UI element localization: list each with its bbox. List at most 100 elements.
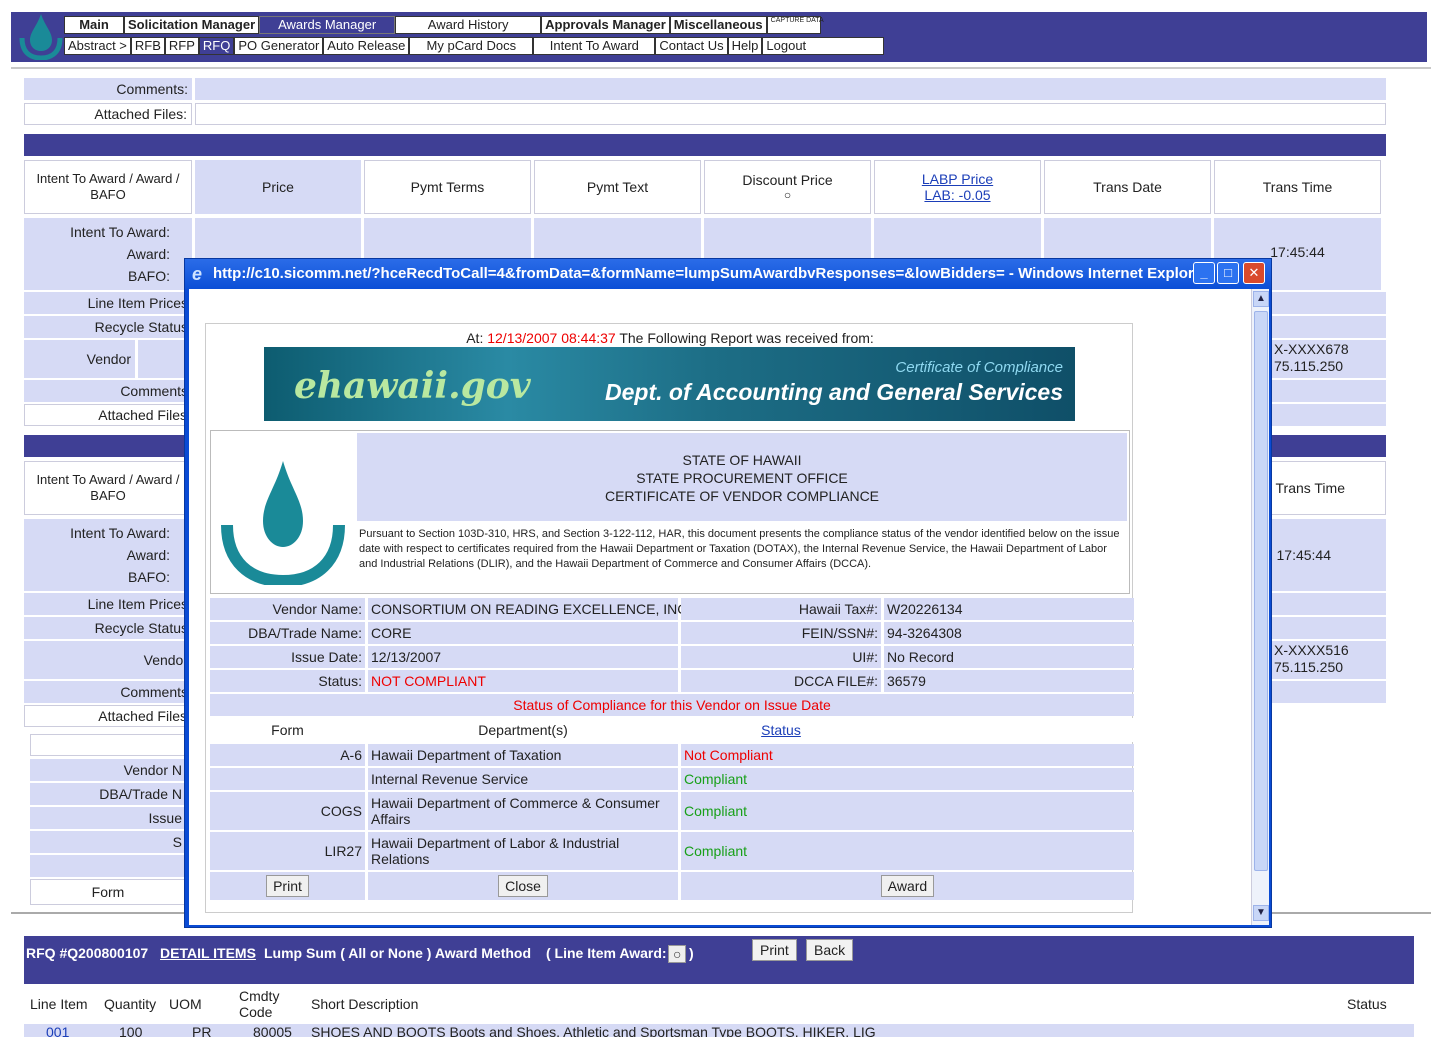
- dept-value: Internal Revenue Service: [368, 768, 678, 790]
- compliance-report: At: 12/13/2007 08:44:37 The Following Re…: [205, 323, 1134, 913]
- status-value: NOT COMPLIANT: [368, 670, 678, 692]
- scroll-down-icon[interactable]: ▼: [1253, 905, 1269, 921]
- popup-scrollbar[interactable]: ▲ ▼: [1251, 289, 1269, 925]
- award-method: Lump Sum ( All or None ) Award Method: [264, 945, 532, 961]
- dept-value: Hawaii Department of Taxation: [368, 744, 678, 766]
- status-label: Status:: [210, 670, 365, 692]
- award-cell: Award: [681, 872, 1134, 900]
- scroll-thumb[interactable]: [1254, 311, 1268, 871]
- menu-main[interactable]: Main: [64, 16, 124, 34]
- vendor-name-row: Vendor Name: CONSORTIUM ON READING EXCEL…: [210, 598, 1134, 620]
- issue-label: Issue: [30, 807, 186, 829]
- certificate-of-compliance-text: Certificate of Compliance: [895, 359, 1063, 376]
- water-drop-logo: [221, 461, 345, 585]
- menu-miscellaneous[interactable]: Miscellaneous: [669, 16, 767, 34]
- menu-contact-us[interactable]: Contact Us: [655, 37, 728, 55]
- col-form: Form: [210, 718, 365, 742]
- bafo-label[interactable]: BAFO:: [128, 265, 170, 287]
- maximize-icon[interactable]: □: [1217, 262, 1239, 284]
- menu-logout[interactable]: Logout: [762, 37, 885, 55]
- popup-titlebar[interactable]: e http://c10.sicomm.net/?hceRecdToCall=4…: [185, 259, 1271, 289]
- close-cell: Close: [368, 872, 678, 900]
- menu-my-pcard-docs[interactable]: My pCard Docs: [409, 37, 534, 55]
- issue-date-label: Issue Date:: [210, 646, 365, 668]
- award-label-2[interactable]: Award:: [127, 544, 170, 566]
- menu-rfb[interactable]: RFB: [130, 37, 165, 55]
- close-icon[interactable]: ✕: [1243, 262, 1265, 284]
- table-row: 001 100 PR 80005 SHOES AND BOOTS Boots a…: [24, 1024, 1414, 1037]
- discount-radio[interactable]: ○: [784, 188, 791, 202]
- vendor2-id: X-XXXX516: [1274, 642, 1349, 658]
- pymt-terms-header: Pymt Terms: [364, 160, 531, 214]
- menu-rfp[interactable]: RFP: [164, 37, 199, 55]
- col-quantity: Quantity: [104, 996, 157, 1012]
- menu-award-history[interactable]: Award History: [395, 16, 542, 34]
- compliance-row: LIR27 Hawaii Department of Labor & Indus…: [210, 832, 1134, 870]
- menu-approvals-manager[interactable]: Approvals Manager: [541, 16, 670, 34]
- award-options-1: Intent To Award: Award: BAFO:: [24, 218, 192, 290]
- dba-trade-n-label: DBA/Trade N: [30, 783, 186, 805]
- menu-intent-to-award[interactable]: Intent To Award: [533, 37, 656, 55]
- col-status: Status: [1347, 996, 1387, 1012]
- bafo-label-2[interactable]: BAFO:: [128, 566, 170, 588]
- scroll-up-icon[interactable]: ▲: [1253, 291, 1269, 307]
- received-suffix: The Following Report was received from:: [619, 330, 874, 346]
- recycle-status-label-2: Recycle Status: [24, 617, 192, 639]
- menu-capture-data[interactable]: CAPTURE DATA: [766, 16, 824, 34]
- row-line[interactable]: 001: [46, 1024, 69, 1037]
- intent-to-award-label-2[interactable]: Intent To Award:: [70, 522, 170, 544]
- rfq-number: RFQ #Q200800107: [26, 945, 149, 961]
- attached-short-label: Attached Files: [24, 404, 192, 426]
- labp-sub-link[interactable]: LAB: -0.05: [924, 187, 990, 203]
- intent-award-header-2: Intent To Award / Award / BAFO: [24, 461, 192, 515]
- compliance-row: COGS Hawaii Department of Commerce & Con…: [210, 792, 1134, 830]
- status-value: Compliant: [681, 832, 1134, 870]
- rfq-bar: RFQ #Q200800107 DETAIL ITEMS Lump Sum ( …: [24, 936, 1414, 984]
- minimize-icon[interactable]: _: [1193, 262, 1215, 284]
- status-value: Not Compliant: [681, 744, 1134, 766]
- menu-rfq[interactable]: RFQ: [198, 37, 235, 55]
- menu-po-generator[interactable]: PO Generator: [234, 37, 324, 55]
- menu-abstract[interactable]: Abstract >: [64, 37, 131, 55]
- menu-help[interactable]: Help: [727, 37, 763, 55]
- main-menu-row: Main Solicitation Manager Awards Manager…: [64, 16, 824, 34]
- labp-price-link[interactable]: LABP Price: [922, 171, 993, 187]
- menu-auto-release[interactable]: Auto Release: [323, 37, 410, 55]
- compliance-col-headers: Form Department(s) Status: [210, 718, 1134, 742]
- ie-popup-window: e http://c10.sicomm.net/?hceRecdToCall=4…: [184, 258, 1272, 928]
- vendor1-ip: 75.115.250: [1274, 358, 1344, 374]
- received-time: 12/13/2007 08:44:37: [487, 330, 616, 346]
- award-label[interactable]: Award:: [127, 243, 170, 265]
- labp-price-header: LABP Price LAB: -0.05: [874, 160, 1041, 214]
- section-bar: [24, 134, 1386, 156]
- form-value: [210, 768, 365, 790]
- line-item-prices-label: Line Item Prices: [24, 292, 192, 314]
- vendor1-info: X-XXXX678 75.115.250: [1274, 341, 1349, 375]
- discount-price-header: Discount Price ○: [704, 160, 871, 214]
- row-uom: PR: [192, 1024, 212, 1037]
- popup-print-button[interactable]: Print: [266, 875, 309, 897]
- intent-to-award-label[interactable]: Intent To Award:: [70, 221, 170, 243]
- popup-award-button[interactable]: Award: [880, 875, 935, 897]
- col-cmdty-code: Cmdty Code: [239, 988, 280, 1020]
- line-item-award-radio[interactable]: ○: [668, 945, 687, 963]
- back-button[interactable]: Back: [806, 939, 854, 961]
- menu-solicitation-manager[interactable]: Solicitation Manager: [124, 16, 260, 34]
- row-qty: 100: [119, 1024, 143, 1037]
- print-button[interactable]: Print: [752, 939, 797, 961]
- popup-content: At: 12/13/2007 08:44:37 The Following Re…: [189, 289, 1251, 925]
- hawaii-tax-label: Hawaii Tax#:: [681, 598, 881, 620]
- ehawaii-banner: ehawaii.gov Certificate of Compliance De…: [264, 347, 1075, 421]
- trans-time-header: Trans Time: [1214, 160, 1381, 214]
- vendor1-id: X-XXXX678: [1274, 341, 1349, 357]
- popup-close-button[interactable]: Close: [498, 875, 548, 897]
- hawaii-tax-value: W20226134: [884, 598, 1134, 620]
- received-prefix: At:: [466, 330, 484, 346]
- attached-short-label-2: Attached Files: [24, 705, 192, 727]
- menu-awards-manager[interactable]: Awards Manager: [259, 16, 396, 34]
- col-status-link[interactable]: Status: [681, 718, 881, 742]
- dba-row: DBA/Trade Name: CORE FEIN/SSN#: 94-32643…: [210, 622, 1134, 644]
- detail-items-link[interactable]: DETAIL ITEMS: [160, 945, 256, 961]
- water-drop-logo: [19, 14, 63, 60]
- intent-award-header: Intent To Award / Award / BAFO: [24, 160, 192, 214]
